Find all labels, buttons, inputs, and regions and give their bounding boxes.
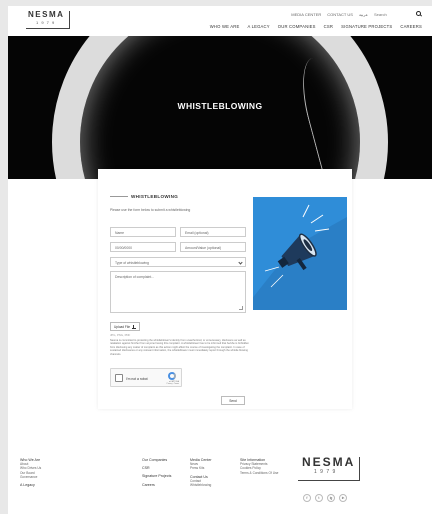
logo-text: NESMA — [28, 10, 65, 19]
captcha-privacy-terms[interactable]: Privacy - Terms — [167, 383, 179, 385]
upload-label: Upload File — [113, 324, 131, 329]
instagram-icon[interactable]: ig — [327, 494, 335, 502]
footer-who-drives-us-link[interactable]: Who Drives Us — [20, 466, 41, 470]
footer-our-companies[interactable]: Our Companies — [142, 458, 171, 462]
email-input[interactable]: Email (optional) — [180, 227, 246, 237]
nav-our-companies[interactable]: OUR COMPANIES — [278, 24, 316, 29]
date-input[interactable]: 00/00/0000 — [110, 242, 176, 252]
consent-text: Nesma is committed to protecting the whi… — [110, 339, 249, 356]
nav-careers[interactable]: CAREERS — [400, 24, 422, 29]
recaptcha-widget: I'm not a robot reCAPTCHA Privacy - Term… — [110, 368, 182, 387]
nav-a-legacy[interactable]: A LEGACY — [247, 24, 269, 29]
footer-logo-year: 1 9 7 9 — [314, 469, 337, 475]
hero-title: WHISTLEBLOWING — [177, 101, 263, 111]
footer-col-media: Media Center News Press Kits Contact Us … — [190, 458, 212, 487]
type-select-label: Type of whistleblowing — [115, 261, 149, 265]
site-header: NESMA 1 9 7 9 MEDIA CENTER CONTACT US عر… — [8, 6, 432, 36]
recaptcha-icon — [168, 372, 176, 380]
nav-csr[interactable]: CSR — [324, 24, 333, 29]
site-footer: Who We Are About Who Drives Us Our Board… — [8, 420, 432, 514]
captcha-label: I'm not a robot — [126, 377, 148, 381]
description-placeholder: Description of complaint... — [115, 275, 155, 279]
captcha-checkbox[interactable] — [115, 374, 123, 382]
hero-banner: WHISTLEBLOWING — [8, 36, 432, 179]
amount-input[interactable]: Amount/Value (optional) — [180, 242, 246, 252]
page: NESMA 1 9 7 9 MEDIA CENTER CONTACT US عر… — [8, 6, 432, 514]
linkedin-icon[interactable]: in — [339, 494, 347, 502]
megaphone-icon — [253, 197, 347, 310]
social-links: f t ig in — [303, 494, 347, 502]
arabic-link[interactable]: عربية — [359, 12, 368, 17]
nav-signature-projects[interactable]: SIGNATURE PROJECTS — [341, 24, 392, 29]
main-nav: WHO WE ARE A LEGACY OUR COMPANIES CSR SI… — [210, 24, 422, 29]
footer-signature-projects[interactable]: Signature Projects — [142, 474, 171, 478]
nesma-logo[interactable]: NESMA 1 9 7 9 — [26, 10, 70, 34]
nav-who-we-are[interactable]: WHO WE ARE — [210, 24, 240, 29]
description-textarea[interactable]: Description of complaint... — [110, 271, 246, 313]
footer-a-legacy[interactable]: A Legacy — [20, 483, 41, 487]
twitter-icon[interactable]: t — [315, 494, 323, 502]
media-center-link[interactable]: MEDIA CENTER — [291, 12, 321, 17]
search-icon[interactable] — [416, 11, 422, 17]
footer-logo-text: NESMA — [302, 455, 356, 469]
utility-bar: MEDIA CENTER CONTACT US عربية Search — [291, 9, 422, 19]
send-button[interactable]: Send — [221, 396, 245, 405]
footer-careers[interactable]: Careers — [142, 483, 171, 487]
form-title-text: WHISTLEBLOWING — [131, 194, 179, 199]
title-dash — [110, 196, 128, 197]
name-input[interactable]: Name — [110, 227, 176, 237]
logo-year: 1 9 7 9 — [36, 20, 56, 25]
contact-us-link[interactable]: CONTACT US — [327, 12, 353, 17]
resize-handle-icon[interactable] — [239, 306, 243, 310]
megaphone-illustration — [253, 197, 347, 310]
footer-terms-link[interactable]: Terms & Conditions Of Use — [240, 471, 278, 475]
footer-col-who-we-are: Who We Are About Who Drives Us Our Board… — [20, 458, 41, 487]
facebook-icon[interactable]: f — [303, 494, 311, 502]
upload-icon — [132, 324, 137, 329]
upload-file-button[interactable]: Upload File — [110, 322, 140, 331]
chevron-down-icon — [238, 260, 243, 265]
footer-logo[interactable]: NESMA 1 9 7 9 — [298, 455, 360, 483]
file-type-hint: JPG, PNG, PDF — [110, 333, 131, 337]
search-input[interactable]: Search — [374, 10, 410, 18]
form-intro: Please use the form below to submit a wh… — [110, 208, 191, 212]
footer-whistleblowing-link[interactable]: Whistleblowing — [190, 483, 212, 487]
whistleblowing-form-card: WHISTLEBLOWING Please use the form below… — [98, 169, 352, 409]
type-select[interactable]: Type of whistleblowing — [110, 257, 246, 267]
footer-col-site-info: Site Information Privacy Statements Cook… — [240, 458, 278, 475]
form-title: WHISTLEBLOWING — [110, 194, 178, 199]
captcha-brand: reCAPTCHA Privacy - Terms — [167, 381, 179, 385]
footer-col-companies: Our Companies CSR Signature Projects Car… — [142, 458, 171, 487]
